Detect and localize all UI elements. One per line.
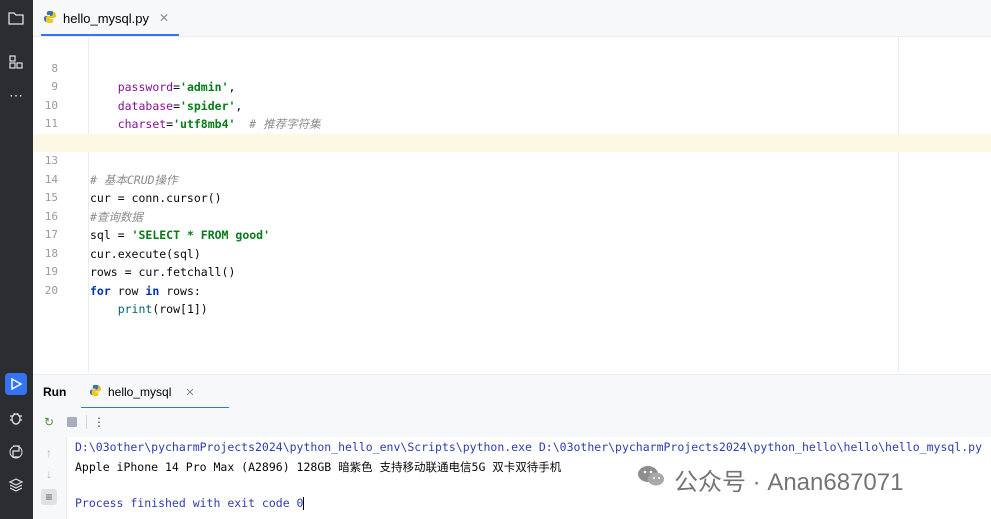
code-line: 14 cur = conn.cursor() — [33, 152, 991, 206]
code-line: 11 ) — [33, 97, 991, 150]
editor-tab[interactable]: hello_mysql.py ✕ — [41, 0, 180, 36]
code-line: 17 cur.execute(sql) — [33, 208, 991, 261]
layers-icon[interactable] — [5, 474, 27, 496]
watermark-text: 公众号 · Anan687071 — [674, 469, 904, 496]
scroll-up-icon[interactable]: ↑ — [41, 445, 57, 461]
code-line: 9 database='spider', — [33, 60, 991, 113]
console-output-line: Apple iPhone 14 Pro Max (A2896) 128GB 暗紫… — [75, 460, 562, 474]
folder-icon[interactable] — [5, 7, 27, 29]
code-line: 16 sql = 'SELECT * FROM good' — [33, 189, 991, 243]
code-editor[interactable]: 8 password='admin', 9 database='spider',… — [33, 37, 991, 373]
python-console-icon[interactable] — [5, 441, 27, 463]
editor-tab-label: hello_mysql.py — [63, 10, 149, 26]
close-tab-icon[interactable]: ✕ — [159, 11, 169, 25]
left-tool-window-bar: ⋯ — [0, 0, 33, 519]
active-tab-indicator — [41, 34, 180, 36]
rerun-icon[interactable]: ↻ — [41, 414, 57, 430]
soft-wrap-icon[interactable]: ≡ — [41, 489, 57, 505]
watermark: 公众号 · Anan687071 — [636, 462, 903, 497]
text-caret — [303, 497, 305, 510]
scroll-down-icon[interactable]: ↓ — [41, 466, 57, 482]
console-gutter: ↑ ↓ ≡ — [33, 437, 66, 519]
code-line: 20 print(row[1]) — [33, 263, 991, 317]
toolbar-separator — [86, 415, 87, 429]
code-line: 18 rows = cur.fetchall() — [33, 226, 991, 280]
python-file-icon — [89, 384, 102, 400]
run-config-tab[interactable]: hello_mysql ✕ — [81, 375, 229, 409]
console-finished-line: Process finished with exit code 0 — [75, 496, 305, 510]
stop-icon[interactable] — [64, 414, 80, 430]
run-tab-label: hello_mysql — [108, 385, 172, 399]
python-file-icon — [43, 10, 57, 27]
run-panel-header: Run hello_mysql ✕ — [33, 374, 991, 409]
code-line: 12 — [33, 115, 991, 149]
structure-icon[interactable] — [5, 51, 27, 73]
wechat-icon — [636, 463, 666, 496]
run-icon[interactable] — [5, 373, 27, 395]
code-line: 15 #查询数据 — [33, 171, 991, 224]
debug-icon[interactable] — [5, 407, 27, 429]
editor-tab-bar: hello_mysql.py ✕ — [33, 0, 991, 37]
run-toolbar: ↻ ⋮ — [33, 408, 991, 437]
menu-dots-icon[interactable]: ⋮ — [91, 414, 107, 430]
code-line: 19 for row in rows: — [33, 245, 991, 298]
more-icon[interactable]: ⋯ — [5, 84, 27, 106]
line-number: 20 — [44, 283, 58, 297]
console-command-line: D:\03other\pycharmProjects2024\python_he… — [75, 440, 982, 454]
code-line: 8 password='admin', — [33, 41, 991, 95]
code-line: 10 charset='utf8mb4' # 推荐字符集 — [33, 78, 991, 132]
close-run-tab-icon[interactable]: ✕ — [185, 386, 194, 399]
run-panel-title: Run — [43, 385, 67, 399]
current-code-line: 13 # 基本CRUD操作 — [33, 133, 991, 187]
